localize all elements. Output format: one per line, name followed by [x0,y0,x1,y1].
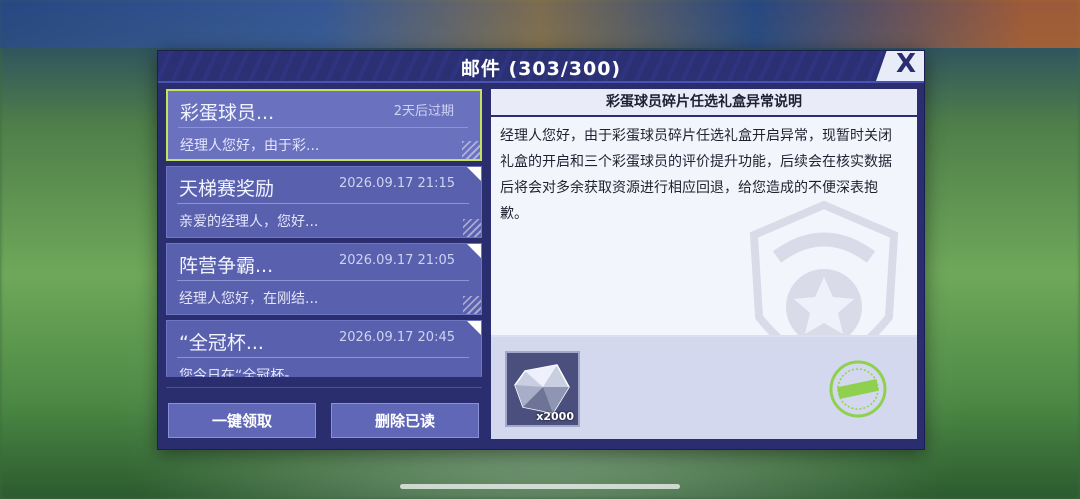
divider [177,357,469,358]
title-bar: 邮件 (303/300) X [158,51,924,83]
mail-preview: 经理人您好，在刚结... [179,291,319,307]
list-divider [166,387,482,388]
mail-dialog: 邮件 (303/300) X 彩蛋球员... 2天后过期 经理人您好，由于彩..… [157,50,925,450]
claim-all-button[interactable]: 一键领取 [168,403,316,438]
mail-subject: 彩蛋球员... [180,102,275,124]
mail-item[interactable]: 天梯赛奖励 2026.09.17 21:15 亲爱的经理人，您好... [166,166,482,238]
mail-preview: 亲爱的经理人，您好... [179,214,319,230]
mail-time: 2026.09.17 21:15 [338,176,455,191]
background-banner [0,0,1080,48]
unread-fold-icon [467,321,481,335]
mail-detail-body[interactable]: 经理人您好，由于彩蛋球员碎片任选礼盒开启异常，现暂时关闭礼盒的开启和三个彩蛋球员… [491,117,917,335]
attachment-item[interactable]: x2000 [505,351,580,427]
mail-subject: 阵营争霸... [179,255,274,277]
mail-item[interactable]: “全冠杯... 2026.09.17 20:45 您今日在“全冠杯- [166,320,482,377]
divider [177,280,469,281]
attachment-area: x2000 [491,337,917,439]
mail-expiry: 2天后过期 [393,104,454,119]
attachment-quantity: x2000 [536,410,574,423]
corner-stripes-icon [463,219,481,237]
mail-item[interactable]: 彩蛋球员... 2天后过期 经理人您好，由于彩... [166,89,482,161]
dialog-title: 邮件 (303/300) [460,58,622,80]
mail-preview: 经理人您好，由于彩... [180,138,320,154]
corner-stripes-icon [462,141,480,159]
mail-list[interactable]: 彩蛋球员... 2天后过期 经理人您好，由于彩... 天梯赛奖励 2026.09… [166,89,482,377]
mail-subject: “全冠杯... [179,332,264,354]
home-indicator[interactable] [400,484,680,489]
mail-time: 2026.09.17 20:45 [338,330,455,345]
divider [178,127,468,128]
delete-read-button[interactable]: 删除已读 [331,403,479,438]
unread-fold-icon [467,167,481,181]
mail-detail-panel: 彩蛋球员碎片任选礼盒异常说明 经理人您好，由于彩蛋球员碎片任选礼盒开启异常，现暂… [491,89,917,439]
mail-item[interactable]: 阵营争霸... 2026.09.17 21:05 经理人您好，在刚结... [166,243,482,315]
claimed-stamp-icon [829,360,887,418]
mail-detail-title: 彩蛋球员碎片任选礼盒异常说明 [491,89,917,117]
corner-stripes-icon [463,296,481,314]
mail-detail-text: 经理人您好，由于彩蛋球员碎片任选礼盒开启异常，现暂时关闭礼盒的开启和三个彩蛋球员… [500,128,892,222]
unread-fold-icon [467,244,481,258]
mail-preview: 您今日在“全冠杯- [179,368,290,377]
close-icon: X [895,49,916,79]
mail-time: 2026.09.17 21:05 [338,253,455,268]
divider [177,203,469,204]
mail-subject: 天梯赛奖励 [179,178,275,200]
